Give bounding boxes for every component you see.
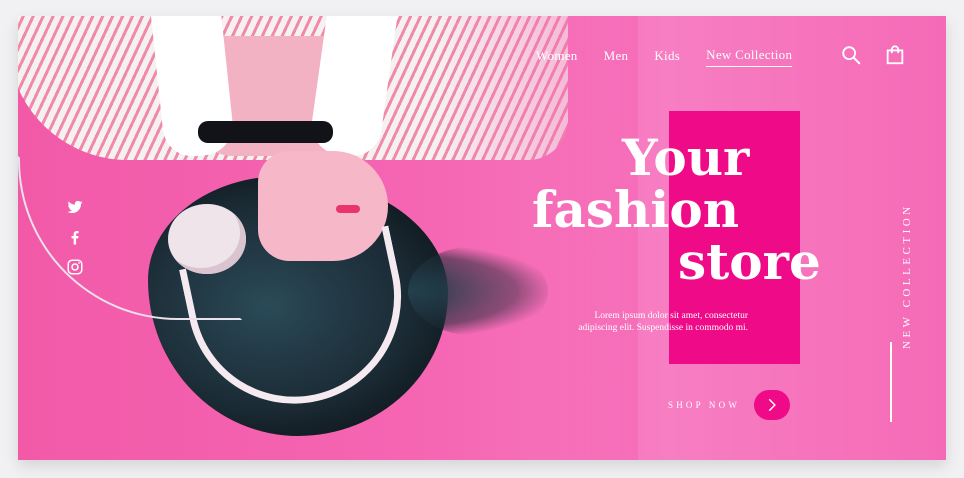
social-links <box>64 198 86 276</box>
hero-title-line: store <box>678 232 821 291</box>
facebook-icon[interactable] <box>66 228 84 246</box>
nav-item-men[interactable]: Men <box>604 48 629 67</box>
shop-now-label[interactable]: SHOP NOW <box>668 400 740 410</box>
chevron-right-icon <box>768 398 776 412</box>
twitter-icon[interactable] <box>66 198 84 216</box>
model-lips <box>336 205 360 213</box>
hero-description: Lorem ipsum dolor sit amet, consectetur … <box>578 311 748 333</box>
main-nav: Women Men Kids New Collection <box>536 47 793 67</box>
instagram-icon[interactable] <box>66 258 84 276</box>
shopping-bag-icon[interactable] <box>884 44 906 66</box>
nav-item-women[interactable]: Women <box>536 48 578 67</box>
shop-now-arrow-button[interactable] <box>754 390 791 420</box>
header-actions <box>840 44 906 66</box>
hero-title-line: Your <box>622 128 750 187</box>
nav-item-kids[interactable]: Kids <box>654 48 680 67</box>
hero-title-line: fashion <box>532 180 740 239</box>
side-divider <box>890 342 892 422</box>
landing-page: Women Men Kids New Collection Your fashi… <box>18 16 946 460</box>
headphone-cable <box>18 156 242 320</box>
hero-photo <box>18 16 638 460</box>
search-icon[interactable] <box>840 44 862 66</box>
side-label-container: NEW COLLECTION <box>887 149 913 349</box>
nav-item-new-collection[interactable]: New Collection <box>706 47 793 67</box>
side-label-new-collection: NEW COLLECTION <box>901 203 913 349</box>
shop-now-button[interactable]: SHOP NOW <box>668 390 791 420</box>
choker <box>198 121 333 143</box>
